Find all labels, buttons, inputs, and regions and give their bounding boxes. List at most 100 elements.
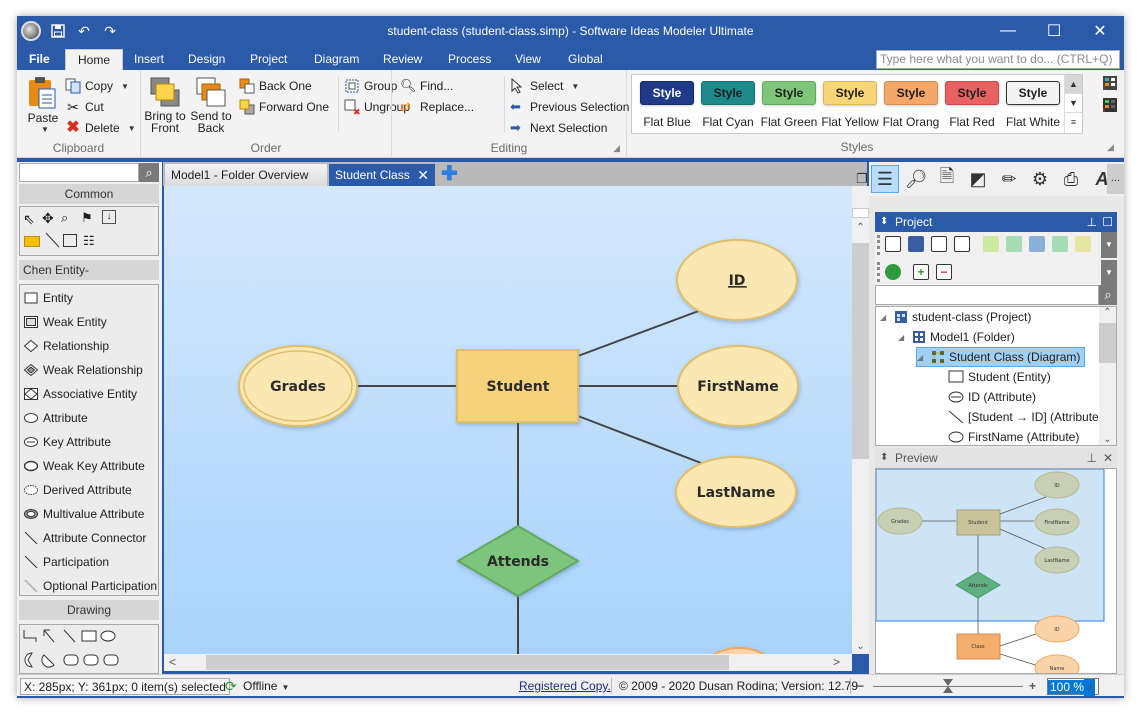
editing-launcher-icon[interactable]: ◢ bbox=[613, 143, 620, 154]
toolbox-item-attribute[interactable]: Attribute bbox=[24, 407, 88, 429]
project-search-icon[interactable]: ⌕ bbox=[1099, 285, 1117, 305]
diagram-canvas[interactable]: Grades Student ID FirstName LastName Att… bbox=[164, 186, 852, 654]
text-icon[interactable] bbox=[63, 234, 77, 247]
scroll-up-icon[interactable]: ⌃ bbox=[852, 222, 869, 233]
expanded-arrow-icon[interactable]: ◢ bbox=[917, 353, 927, 362]
preview-pin-icon[interactable]: ⊥ bbox=[1087, 448, 1097, 468]
tree-node[interactable]: FirstName (Attribute) bbox=[934, 427, 1079, 445]
insert-space-icon[interactable]: ↓ bbox=[102, 210, 116, 224]
tab-insert[interactable]: Insert bbox=[126, 49, 172, 70]
style-chip-flat-blue[interactable]: Style bbox=[640, 81, 694, 105]
close-button[interactable]: ✕ bbox=[1077, 16, 1123, 46]
paste-dropdown-icon[interactable]: ▼ bbox=[27, 124, 63, 136]
connector-student-id[interactable] bbox=[577, 308, 705, 357]
vertical-scroll-thumb[interactable] bbox=[852, 243, 869, 459]
dock-more-button[interactable]: … bbox=[1107, 164, 1124, 194]
pointer-icon[interactable]: ⇖ bbox=[23, 211, 35, 228]
gallery-scroll-up-button[interactable]: ▲ bbox=[1065, 75, 1082, 94]
preview-canvas[interactable]: Grades Student ID FirstName LastName Att… bbox=[875, 468, 1117, 674]
structure-view-icon[interactable] bbox=[1006, 236, 1022, 252]
toolbox-item-key-attribute[interactable]: Key Attribute bbox=[24, 431, 111, 453]
minimize-button[interactable]: — bbox=[985, 16, 1031, 46]
panel-sort-icon[interactable]: ⬍ bbox=[880, 212, 888, 232]
add-diagram-icon[interactable] bbox=[885, 236, 901, 252]
add-document-icon[interactable] bbox=[954, 236, 970, 252]
preview-sort-icon[interactable]: ⬍ bbox=[880, 448, 888, 468]
toolbar-overflow-button-2[interactable]: ▼ bbox=[1101, 260, 1117, 286]
scroll-right-icon[interactable]: > bbox=[833, 655, 840, 669]
tab-process[interactable]: Process bbox=[440, 49, 499, 70]
rectangle-icon[interactable] bbox=[81, 630, 97, 642]
add-element-icon[interactable] bbox=[931, 236, 947, 252]
tree-view-icon[interactable] bbox=[1052, 236, 1068, 252]
cut-button[interactable]: ✂ Cut bbox=[65, 99, 104, 115]
toolbox-common-header[interactable]: Common bbox=[19, 184, 159, 204]
toolbox-drawing-header[interactable]: Drawing bbox=[19, 600, 159, 620]
toolbox-item-entity[interactable]: Entity bbox=[24, 287, 73, 309]
pan-icon[interactable]: ✥ bbox=[42, 210, 54, 227]
line-icon[interactable] bbox=[63, 629, 76, 643]
toolbox-chen-header[interactable]: Chen Entity-Relationship... bbox=[19, 260, 159, 297]
style-chip-flat-orang[interactable]: Style bbox=[884, 81, 938, 105]
select-button[interactable]: Select ▼ bbox=[510, 77, 579, 94]
tab-home[interactable]: Home bbox=[65, 49, 124, 70]
tab-review[interactable]: Review bbox=[375, 49, 430, 70]
zoom-in-button[interactable]: + bbox=[1029, 678, 1036, 695]
tell-me-input[interactable]: Type here what you want to do... (CTRL+Q… bbox=[876, 50, 1120, 69]
expand-all-icon[interactable]: + bbox=[913, 264, 929, 280]
canvas-horizontal-scrollbar[interactable]: < > bbox=[164, 654, 852, 671]
tree-node[interactable]: Student (Entity) bbox=[934, 367, 1051, 387]
toolbox-item-weak-entity[interactable]: Weak Entity bbox=[24, 311, 107, 333]
document-tool-icon[interactable]: 🗎 bbox=[933, 165, 961, 193]
refresh-icon[interactable] bbox=[885, 264, 901, 280]
scroll-down-icon[interactable]: ⌄ bbox=[852, 641, 869, 652]
back-one-button[interactable]: Back One bbox=[239, 78, 312, 94]
tab-diagram[interactable]: Diagram bbox=[306, 49, 367, 70]
tab-project[interactable]: Project bbox=[242, 49, 295, 70]
gallery-expand-button[interactable]: ≡ bbox=[1065, 113, 1082, 132]
send-to-back-button[interactable]: Send to Back bbox=[189, 76, 233, 134]
registered-copy-link[interactable]: Registered Copy. bbox=[519, 678, 611, 695]
toolbox-search-icon[interactable]: ⌕ bbox=[139, 163, 159, 182]
style-clear-icon[interactable]: x bbox=[1102, 98, 1117, 115]
tab-global[interactable]: Global bbox=[560, 49, 611, 70]
tree-scroll-thumb[interactable] bbox=[1099, 323, 1116, 363]
style-options-icon[interactable]: x bbox=[1102, 76, 1117, 93]
ellipse-icon[interactable] bbox=[100, 630, 116, 642]
tab-design[interactable]: Design bbox=[180, 49, 233, 70]
toolbox-item-weak-relationship[interactable]: Weak Relationship bbox=[23, 359, 143, 381]
zoom-out-button[interactable]: − bbox=[857, 678, 864, 695]
pie-icon[interactable] bbox=[24, 652, 33, 668]
online-status-dropdown-icon[interactable]: ▼ bbox=[281, 683, 289, 692]
toolbox-item-relationship[interactable]: Relationship bbox=[23, 335, 109, 357]
tree-scrollbar[interactable]: ⌃ ⌄ bbox=[1099, 307, 1116, 445]
toolbox-item-optional-participation[interactable]: Optional Participation bbox=[24, 575, 157, 597]
toolbox-item-participation[interactable]: Participation bbox=[24, 551, 109, 573]
next-selection-button[interactable]: ➡ Next Selection bbox=[510, 120, 607, 136]
add-tab-icon[interactable]: ✚ bbox=[441, 164, 458, 184]
zoom-icon[interactable]: ⌕ bbox=[61, 210, 68, 226]
zoom-level-select[interactable]: 100 % ∨ bbox=[1047, 678, 1099, 696]
note-icon[interactable] bbox=[24, 236, 40, 247]
window-list-icon[interactable]: ❐ bbox=[853, 165, 871, 193]
style-chip-flat-yellow[interactable]: Style bbox=[823, 81, 877, 105]
toolbar-overflow-button[interactable]: ▼ bbox=[1101, 232, 1117, 258]
rounded-rect-icon[interactable] bbox=[63, 654, 79, 666]
expanded-arrow-icon[interactable]: ◢ bbox=[898, 333, 908, 342]
paste-button[interactable]: Paste ▼ bbox=[23, 76, 63, 136]
replace-button[interactable]: ⇄ Replace... bbox=[400, 99, 474, 115]
toolbox-item-weak-key-attribute[interactable]: Weak Key Attribute bbox=[23, 455, 145, 477]
tree-node[interactable]: ◢ Student Class (Diagram) bbox=[916, 347, 1086, 367]
inspector-tool-icon[interactable]: 🔎︎ bbox=[902, 165, 930, 193]
rounded-rect-3-icon[interactable] bbox=[103, 654, 119, 666]
format-painter-icon[interactable]: ⚑ bbox=[81, 210, 93, 226]
forward-one-button[interactable]: Forward One bbox=[239, 99, 329, 115]
add-folder-icon[interactable] bbox=[908, 236, 924, 252]
doc-tab-folder-overview[interactable]: Model1 - Folder Overview bbox=[165, 164, 327, 186]
select-dropdown-icon[interactable]: ▼ bbox=[571, 82, 579, 91]
toolbox-item-associative-entity[interactable]: Associative Entity bbox=[24, 383, 137, 405]
project-search-input[interactable] bbox=[875, 285, 1099, 305]
hierarchy-view-icon[interactable] bbox=[1029, 236, 1045, 252]
toolbox-item-attribute-connector[interactable]: Attribute Connector bbox=[24, 527, 146, 549]
expanded-arrow-icon[interactable]: ◢ bbox=[880, 313, 890, 322]
